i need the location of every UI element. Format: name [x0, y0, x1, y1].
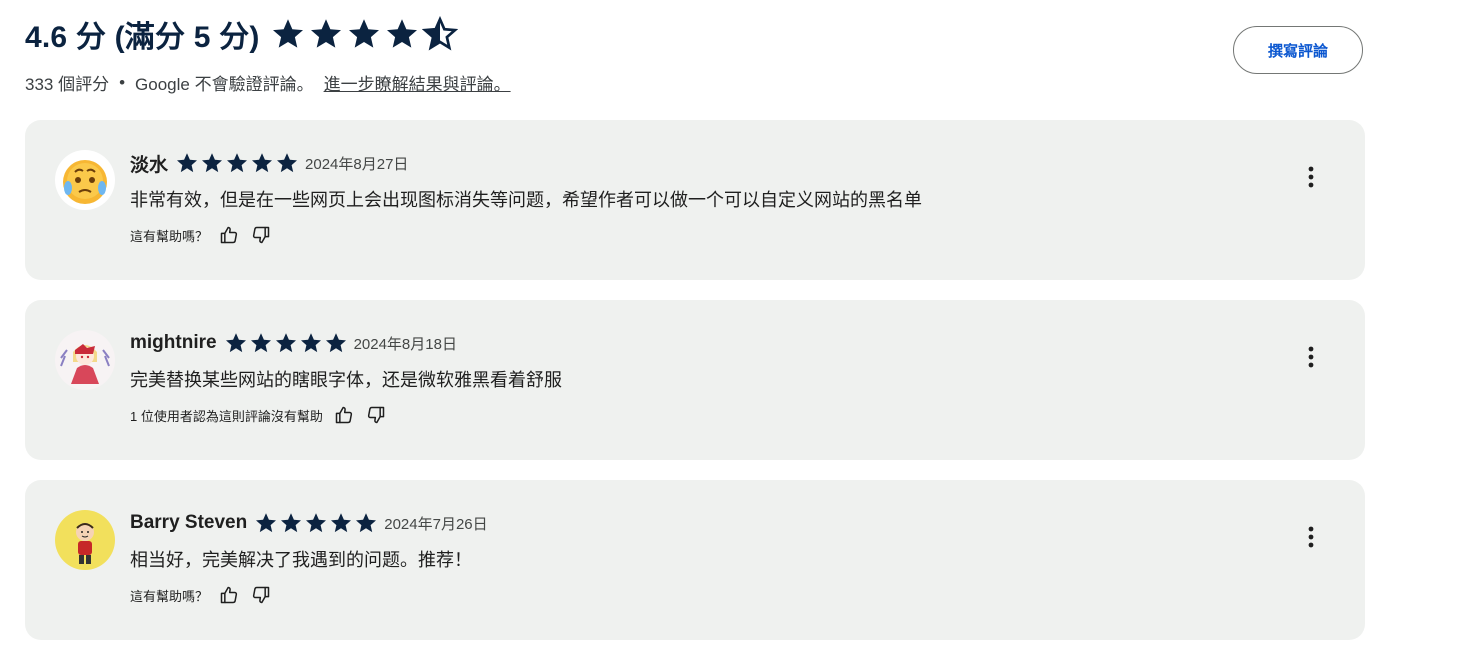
- helpful-label: 1 位使用者認為這則評論沒有幫助: [130, 408, 323, 424]
- helpful-label: 這有幫助嗎？: [130, 228, 209, 244]
- more-options-button[interactable]: [1299, 522, 1323, 552]
- review-card: mightnire 2024年8月18日 完美替换某些网站的瞎眼字体，还是微软雅…: [25, 300, 1365, 460]
- thumbs-up-icon: [220, 226, 238, 244]
- star-icon: [331, 513, 352, 533]
- star-icon: [306, 513, 327, 533]
- review-header: 淡水 2024年8月27日: [130, 150, 408, 176]
- review-header: mightnire 2024年8月18日: [130, 330, 457, 356]
- star-icon: [281, 513, 302, 533]
- review-author: Barry Steven: [130, 512, 248, 533]
- review-author: mightnire: [130, 332, 217, 353]
- review-author: 淡水: [130, 154, 169, 176]
- more-vert-icon: [1308, 166, 1314, 188]
- anime-character-avatar-icon: [55, 330, 115, 390]
- rating-title: 4.6 分 (滿分 5 分): [25, 21, 260, 54]
- helpful-label: 這有幫助嗎？: [130, 588, 209, 604]
- star-icon: [386, 19, 417, 48]
- star-icon: [272, 19, 303, 48]
- thumbs-down-button[interactable]: [365, 404, 387, 426]
- review-text: 完美替换某些网站的瞎眼字体，还是微软雅黑看着舒服: [130, 370, 562, 390]
- review-card: 淡水 2024年8月27日 非常有效，但是在一些网页上会出现图标消失等问题，希望…: [25, 120, 1365, 280]
- rating-summary: 4.6 分 (滿分 5 分) 333 個評分 • Google 不會驗證評論。 …: [25, 12, 511, 95]
- rating-title-row: 4.6 分 (滿分 5 分): [25, 12, 511, 56]
- review-card: Barry Steven 2024年7月26日 相当好，完美解决了我遇到的问题。…: [25, 480, 1365, 640]
- review-date: 2024年8月27日: [305, 155, 409, 173]
- avatar: [55, 330, 115, 390]
- helpful-row: 這有幫助嗎？: [130, 584, 272, 606]
- rating-subtitle: 333 個評分 • Google 不會驗證評論。 進一步瞭解結果與評論。: [25, 70, 511, 95]
- star-icon: [256, 513, 277, 533]
- more-options-button[interactable]: [1299, 342, 1323, 372]
- star-icon: [275, 333, 296, 353]
- learn-more-link[interactable]: 進一步瞭解結果與評論。: [324, 70, 511, 95]
- emoji-face-avatar-icon: [55, 150, 115, 210]
- review-stars: [175, 151, 299, 175]
- review-stars: [224, 331, 348, 355]
- star-icon: [227, 153, 248, 173]
- rating-stars: [270, 16, 458, 52]
- star-icon: [325, 333, 346, 353]
- rating-count: 333 個評分: [25, 75, 110, 94]
- avatar: [55, 150, 115, 210]
- star-icon: [356, 513, 377, 533]
- more-options-button[interactable]: [1299, 162, 1323, 192]
- thumbs-down-icon: [252, 586, 270, 604]
- thumbs-down-icon: [252, 226, 270, 244]
- more-vert-icon: [1308, 346, 1314, 368]
- thumbs-up-icon: [335, 406, 352, 424]
- review-date: 2024年8月18日: [353, 335, 457, 353]
- star-icon: [177, 153, 198, 173]
- star-icon: [310, 19, 341, 48]
- star-icon: [252, 153, 273, 173]
- thumbs-down-icon: [367, 406, 385, 424]
- star-icon: [300, 333, 321, 353]
- thumbs-up-icon: [220, 586, 238, 604]
- more-vert-icon: [1308, 526, 1314, 548]
- verify-notice: Google 不會驗證評論。: [135, 75, 314, 94]
- cartoon-boy-avatar-icon: [55, 510, 115, 570]
- star-icon: [202, 153, 223, 173]
- review-header: Barry Steven 2024年7月26日: [130, 510, 488, 536]
- review-text: 相当好，完美解决了我遇到的问题。推荐！: [130, 550, 472, 570]
- star-icon: [250, 333, 271, 353]
- star-icon: [277, 153, 298, 173]
- thumbs-down-button[interactable]: [250, 224, 272, 246]
- review-date: 2024年7月26日: [384, 515, 488, 533]
- half-star-icon: [423, 17, 456, 50]
- separator-dot: •: [119, 72, 126, 92]
- thumbs-up-button[interactable]: [218, 584, 240, 606]
- avatar: [55, 510, 115, 570]
- helpful-row: 這有幫助嗎？: [130, 224, 272, 246]
- write-review-button[interactable]: 撰寫評論: [1233, 26, 1363, 74]
- star-icon: [225, 333, 246, 353]
- star-icon: [348, 19, 379, 48]
- thumbs-down-button[interactable]: [250, 584, 272, 606]
- thumbs-up-button[interactable]: [218, 224, 240, 246]
- helpful-row: 1 位使用者認為這則評論沒有幫助: [130, 404, 387, 426]
- thumbs-up-button[interactable]: [333, 404, 355, 426]
- review-text: 非常有效，但是在一些网页上会出现图标消失等问题，希望作者可以做一个可以自定义网站…: [130, 190, 922, 210]
- review-stars: [254, 511, 378, 535]
